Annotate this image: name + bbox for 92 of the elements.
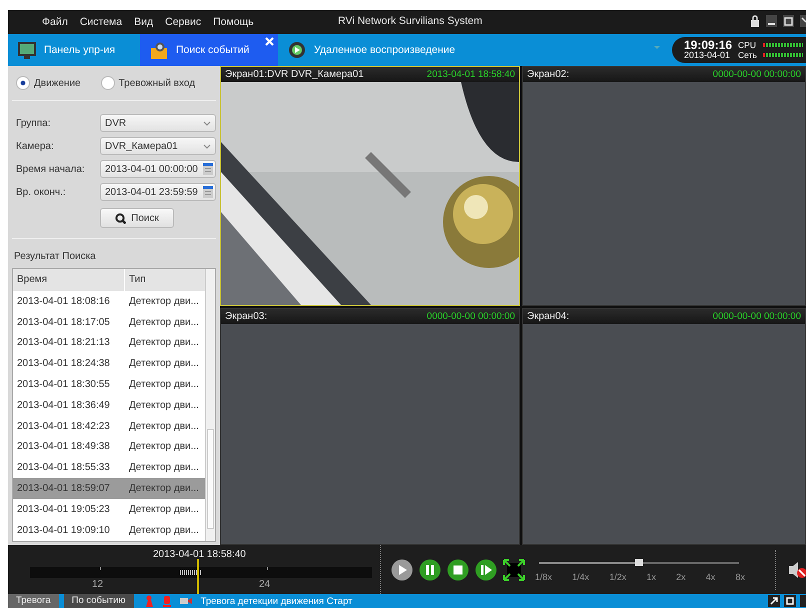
chevron-down-icon[interactable] (203, 144, 211, 148)
expand-icon[interactable] (768, 595, 780, 607)
clock-date: 2013-04-01 (684, 50, 732, 60)
datetime-field[interactable]: 2013-04-01 23:59:59 (100, 183, 216, 201)
result-row[interactable]: 2013-04-01 19:09:10 Детектор дви... (13, 520, 205, 541)
camera-icon (180, 595, 192, 607)
chevron-down-icon[interactable] (203, 120, 211, 126)
menu-item[interactable]: Сервис (165, 16, 202, 28)
play-button[interactable] (391, 558, 413, 580)
speed-label: 8x (735, 572, 745, 582)
folder-icon (150, 40, 168, 60)
video-screen[interactable]: Экран03: 0000-00-00 00:00:00 (220, 308, 520, 545)
result-row[interactable]: 2013-04-01 18:24:38 Детектор дви... (13, 353, 205, 374)
field-label: Время начала: (16, 164, 86, 174)
calendar-icon[interactable] (203, 186, 213, 198)
screen-title: Экран03: (225, 311, 268, 322)
tab[interactable]: Поиск событий (140, 34, 278, 66)
field-label: Группа: (16, 118, 52, 128)
dropdown-field[interactable]: DVR (100, 114, 216, 132)
datetime-field[interactable]: 2013-04-01 00:00:00 (100, 160, 216, 178)
video-screen[interactable]: Экран02: 0000-00-00 00:00:00 (522, 66, 806, 306)
result-row[interactable]: 2013-04-01 18:30:55 Детектор дви... (13, 374, 205, 395)
menu-item[interactable]: Система (80, 16, 122, 28)
video-screen[interactable]: Экран01:DVR DVR_Камера01 2013-04-01 18:58:40 (220, 66, 520, 306)
speed-label: 1/8x (535, 572, 552, 582)
result-row[interactable]: 2013-04-01 18:49:38 Детектор дви... (13, 436, 205, 458)
menu-item[interactable]: Помощь (213, 16, 254, 28)
window-icon[interactable] (784, 595, 796, 607)
radio-icon[interactable] (16, 76, 30, 90)
status-message: Тревога детекции движения Старт (200, 596, 352, 606)
scrollbar[interactable] (205, 269, 215, 541)
menu-item[interactable]: Вид (134, 16, 154, 28)
result-row[interactable]: 2013-04-01 18:59:07 Детектор дви... (13, 478, 205, 499)
slider-thumb[interactable] (635, 558, 643, 566)
play-icon (288, 40, 306, 60)
screen-timestamp: 2013-04-01 18:58:40 (426, 69, 515, 80)
search-icon (115, 212, 126, 224)
maximize-icon[interactable] (783, 15, 794, 27)
result-row[interactable]: 2013-04-01 18:42:23 Детектор дви... (13, 416, 205, 437)
clock-time: 19:09:16 (684, 40, 732, 50)
column-header[interactable]: Время (13, 269, 125, 291)
speed-label: 1x (646, 572, 656, 582)
minimize-icon[interactable] (766, 15, 777, 27)
column-header[interactable]: Тип (125, 269, 205, 291)
status-tab[interactable]: По событию (64, 594, 134, 608)
tab[interactable]: Панель упр-ия (8, 34, 140, 66)
screen-title: Экран02: (527, 69, 570, 80)
radio-button[interactable]: Тревожный вход (100, 78, 196, 88)
usage-meter-icon (762, 53, 803, 57)
speed-label: 1/4x (572, 572, 590, 582)
stop-button[interactable] (447, 558, 469, 580)
speed-label: 4x (706, 572, 716, 582)
speed-label: 1/2x (609, 572, 626, 582)
monitor-icon (18, 40, 36, 60)
timeline-tick-label: 12 (92, 579, 104, 590)
screen-timestamp: 0000-00-00 00:00:00 (712, 69, 801, 80)
speed-label: 2x (676, 572, 686, 582)
result-row[interactable]: 2013-04-01 18:08:16 Детектор дви... (13, 291, 205, 312)
meter-label: CPU (738, 40, 757, 50)
status-tab[interactable]: Тревога (8, 594, 59, 608)
tab[interactable]: Удаленное воспроизведение (278, 34, 466, 66)
result-row[interactable]: 2013-04-01 18:55:33 Детектор дви... (13, 457, 205, 478)
screen-title: Экран01:DVR DVR_Камера01 (225, 69, 364, 80)
timeline-tick-label: 24 (259, 579, 270, 590)
person-icon (144, 595, 154, 607)
screen-timestamp: 0000-00-00 00:00:00 (426, 311, 515, 322)
result-row[interactable]: 2013-04-01 19:05:23 Детектор дви... (13, 498, 205, 520)
calendar-icon[interactable] (203, 163, 213, 175)
meter-label: Сеть (738, 50, 757, 60)
alarm-icon (162, 595, 171, 607)
video-screen[interactable]: Экран04: 0000-00-00 00:00:00 (522, 308, 806, 545)
step-forward-button[interactable] (475, 558, 497, 580)
usage-meter-icon (762, 43, 803, 47)
radio-button[interactable]: Движение (16, 78, 81, 88)
dropdown-field[interactable]: DVR_Камера01 (100, 137, 216, 155)
fullscreen-icon[interactable] (503, 558, 525, 580)
search-button[interactable]: Поиск (100, 208, 174, 228)
lock-icon[interactable] (750, 15, 760, 27)
menu-item[interactable]: Файл (42, 16, 68, 28)
result-row[interactable]: 2013-04-01 18:36:49 Детектор дви... (13, 394, 205, 416)
screen-timestamp: 0000-00-00 00:00:00 (712, 311, 801, 322)
current-time: 2013-04-01 18:58:40 (153, 549, 246, 560)
pause-button[interactable] (419, 558, 441, 580)
result-row[interactable]: 2013-04-01 18:21:13 Детектор дви... (13, 332, 205, 354)
window-title: RVi Network Survilians System (338, 15, 482, 27)
field-label: Камера: (16, 140, 55, 152)
result-row[interactable]: 2013-04-01 18:17:05 Детектор дви... (13, 312, 205, 333)
section-title: Результат Поиска (14, 251, 97, 262)
radio-icon[interactable] (100, 76, 115, 90)
field-label: Вр. оконч.: (16, 186, 67, 198)
mute-icon[interactable] (787, 559, 806, 580)
screen-title: Экран04: (527, 311, 570, 322)
